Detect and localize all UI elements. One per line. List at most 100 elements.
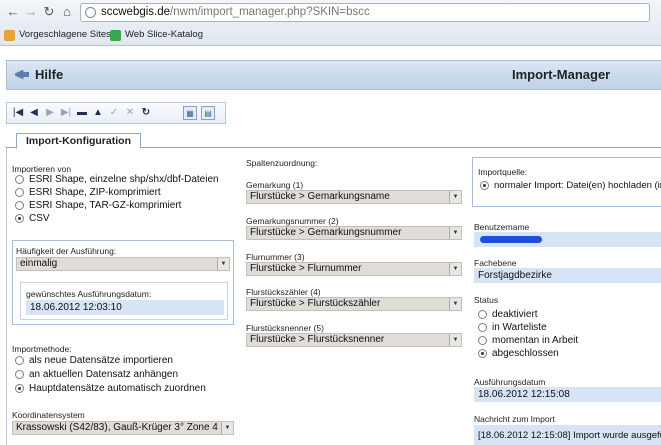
mapping-value: Flurstücke > Flurstückszähler [250, 298, 381, 309]
import-source-label: Importquelle: [478, 167, 528, 177]
import-method-option[interactable]: Hauptdatensätze automatisch zuordnen [15, 383, 206, 394]
bookmarks-bar: Vorgeschlagene Sites Web Slice-Katalog [0, 26, 661, 44]
tab-import-configuration[interactable]: Import-Konfiguration [16, 133, 141, 149]
tab-strip: Import-Konfiguration [6, 133, 661, 149]
chevron-down-icon: ▼ [217, 258, 229, 270]
next-icon[interactable]: ▶ [43, 106, 57, 120]
option-label: CSV [29, 213, 50, 224]
bookmark-label: Vorgeschlagene Sites [19, 29, 111, 40]
reload-icon[interactable]: ↻ [42, 5, 56, 19]
radio-icon [478, 323, 487, 332]
mapping-field-label: Gemarkungsnummer (2) [246, 216, 339, 226]
last-icon[interactable]: ▶| [59, 106, 73, 120]
chevron-down-icon: ▼ [449, 191, 461, 203]
status-option[interactable]: abgeschlossen [478, 348, 559, 359]
import-from-option[interactable]: ESRI Shape, einzelne shp/shx/dbf-Dateien [15, 174, 219, 185]
mapping-select[interactable]: Flurstücke > Gemarkungsname ▼ [246, 190, 462, 204]
radio-icon [15, 175, 24, 184]
execution-date-label: gewünschtes Ausführungsdatum: [26, 289, 152, 299]
mapping-value: Flurstücke > Flurstücksnenner [250, 334, 385, 345]
import-method-option[interactable]: an aktuellen Datensatz anhängen [15, 369, 178, 380]
import-method-label: Importmethode: [12, 344, 72, 354]
frequency-label: Häufigkeit der Ausführung: [16, 246, 117, 256]
layer-label: Fachebene [474, 258, 517, 268]
bookmark-suggested-sites[interactable]: Vorgeschlagene Sites [4, 26, 111, 44]
app-header: Hilfe Import-Manager [6, 60, 661, 90]
mapping-select[interactable]: Flurstücke > Flurstücksnenner ▼ [246, 333, 462, 347]
radio-icon [478, 310, 487, 319]
back-icon[interactable]: ← [6, 5, 20, 19]
chevron-down-icon: ▼ [449, 263, 461, 275]
chevron-down-icon: ▼ [449, 334, 461, 346]
delete-icon[interactable]: ▬ [75, 106, 89, 120]
execution-date-result-label: Ausführungsdatum [474, 377, 546, 387]
option-label: momentan in Arbeit [492, 335, 579, 346]
option-label: ESRI Shape, ZIP-komprimiert [29, 187, 161, 198]
chevron-down-icon: ▼ [449, 298, 461, 310]
mapping-field-label: Flurstückszähler (4) [246, 287, 321, 297]
bookmark-web-slice[interactable]: Web Slice-Katalog [110, 26, 203, 44]
execution-date-input[interactable]: 18.06.2012 12:03:10 [26, 300, 224, 315]
mapping-value: Flurstücke > Gemarkungsnummer [250, 227, 402, 238]
home-icon[interactable]: ⌂ [60, 5, 74, 19]
web-slice-icon [110, 29, 121, 41]
frequency-value: einmalig [20, 258, 58, 269]
option-label: als neue Datensätze importieren [29, 355, 173, 366]
radio-icon [15, 188, 24, 197]
mapping-select[interactable]: Flurstücke > Flurnummer ▼ [246, 262, 462, 276]
browser-toolbar: ← → ↻ ⌂ sccwebgis.de/nwm/import_manager.… [0, 0, 661, 46]
check-icon[interactable]: ✓ [107, 106, 121, 120]
status-option[interactable]: in Warteliste [478, 322, 547, 333]
up-icon[interactable]: ▲ [91, 106, 105, 120]
mapping-value: Flurstücke > Gemarkungsname [250, 191, 390, 202]
option-label: normaler Import: Datei(en) hochladen (in… [494, 180, 661, 191]
help-button[interactable]: Hilfe [15, 67, 63, 82]
first-icon[interactable]: |◀ [11, 106, 25, 120]
import-from-option[interactable]: ESRI Shape, TAR-GZ-komprimiert [15, 200, 181, 211]
chevron-down-icon: ▼ [449, 227, 461, 239]
forward-icon[interactable]: → [24, 5, 38, 19]
radio-icon [478, 349, 487, 358]
record-toolbar: |◀ ◀ ▶ ▶| ▬ ▲ ✓ ✕ ↻ ▦ ▤ [6, 102, 226, 124]
help-label: Hilfe [35, 67, 64, 82]
mapping-field-label: Flurstücksnenner (5) [246, 323, 324, 333]
page-title: Import-Manager [512, 67, 611, 82]
execution-date-result-field: 18.06.2012 12:15:08 [474, 387, 661, 402]
page-icon [85, 7, 96, 18]
mapping-select[interactable]: Flurstücke > Flurstückszähler ▼ [246, 297, 462, 311]
radio-icon [15, 214, 24, 223]
message-label: Nachricht zum Import [474, 414, 555, 424]
status-option[interactable]: momentan in Arbeit [478, 335, 578, 346]
redacted-username [480, 236, 542, 243]
import-from-option[interactable]: ESRI Shape, ZIP-komprimiert [15, 187, 161, 198]
refresh-icon[interactable]: ↻ [139, 106, 153, 120]
frequency-select[interactable]: einmalig ▼ [16, 257, 230, 271]
url-host: sccwebgis.de [101, 6, 171, 18]
mapping-field-label: Flurnummer (3) [246, 252, 305, 262]
option-label: an aktuellen Datensatz anhängen [29, 369, 179, 380]
import-source-option[interactable]: normaler Import: Datei(en) hochladen (in… [480, 180, 661, 191]
option-label: abgeschlossen [492, 348, 559, 359]
cancel-icon[interactable]: ✕ [123, 106, 137, 120]
import-method-option[interactable]: als neue Datensätze importieren [15, 355, 173, 366]
radio-icon [478, 336, 487, 345]
form-icon[interactable]: ▤ [201, 106, 215, 120]
coordinate-system-select[interactable]: Krassowski (S42/83), Gauß-Krüger 3° Zone… [12, 421, 234, 435]
radio-icon [480, 181, 489, 190]
column-mapping-label: Spaltenzuordnung: [246, 158, 318, 168]
coordinate-system-value: Krassowski (S42/83), Gauß-Krüger 3° Zone… [16, 422, 234, 433]
address-bar[interactable]: sccwebgis.de/nwm/import_manager.php?SKIN… [80, 3, 650, 22]
grid-icon[interactable]: ▦ [183, 106, 197, 120]
radio-icon [15, 201, 24, 210]
url-path: /nwm/import_manager.php?SKIN=bscc [170, 6, 370, 18]
suggested-sites-icon [4, 29, 15, 41]
option-label: deaktiviert [492, 309, 538, 320]
prev-icon[interactable]: ◀ [27, 106, 41, 120]
radio-icon [15, 370, 24, 379]
coordinate-system-label: Koordinatensystem [12, 410, 85, 420]
import-from-option[interactable]: CSV [15, 213, 50, 224]
help-arrow-icon [15, 69, 29, 80]
status-option[interactable]: deaktiviert [478, 309, 538, 320]
username-label: Benutzername [474, 222, 530, 232]
mapping-select[interactable]: Flurstücke > Gemarkungsnummer ▼ [246, 226, 462, 240]
